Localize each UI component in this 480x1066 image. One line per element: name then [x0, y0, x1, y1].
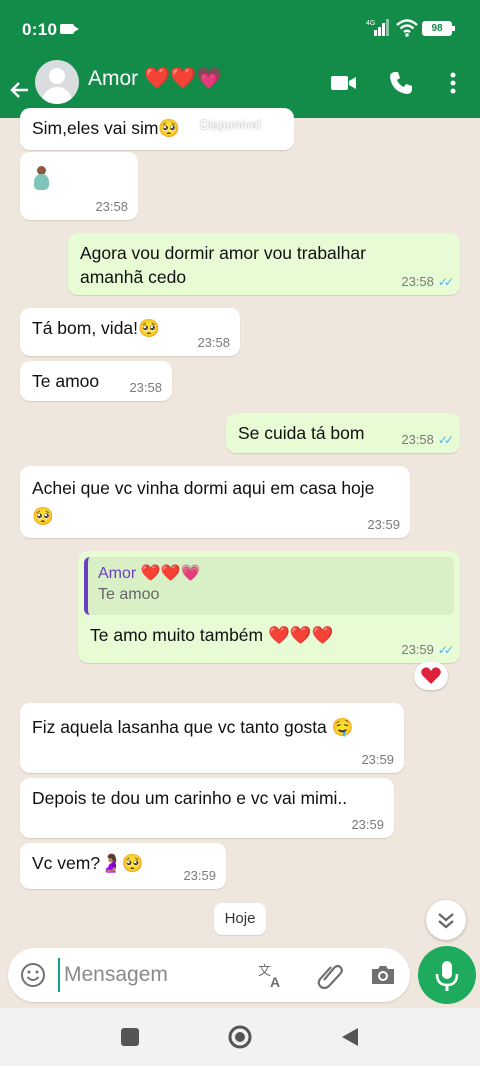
pregnant-person-emoji — [32, 166, 50, 190]
back-arrow-icon[interactable] — [8, 72, 34, 106]
cell-signal-icon: 4G — [366, 19, 389, 36]
message-outgoing[interactable]: Se cuida tá bom 23:58 ✓✓ — [226, 413, 460, 453]
message-time: 23:59 — [361, 752, 394, 767]
translate-icon[interactable]: 文 A — [256, 960, 286, 990]
avatar[interactable] — [35, 60, 79, 104]
message-time: 23:58 — [401, 274, 434, 289]
message-outgoing-reply[interactable]: Amor ❤️❤️💗 Te amoo Te amo muito também ❤… — [78, 551, 460, 663]
message-meta: 23:58 ✓✓ — [401, 432, 454, 447]
read-ticks-icon: ✓✓ — [437, 643, 454, 657]
message-text: Agora vou dormir amor vou trabalhar aman… — [80, 243, 366, 287]
camera-icon[interactable] — [368, 960, 398, 990]
message-text: Depois te dou um carinho e vc vai mimi.. — [32, 788, 348, 808]
message-text: Fiz aquela lasanha que vc tanto gosta 🤤 — [32, 717, 354, 737]
message-text: Achei que vc vinha dormi aqui em casa ho… — [32, 478, 375, 526]
message-time: 23:59 — [183, 868, 216, 883]
message-incoming[interactable]: Vc vem?🤰🏽🥺 23:59 — [20, 843, 226, 889]
svg-text:A: A — [270, 974, 280, 990]
message-meta: 23:58 ✓✓ — [401, 274, 454, 289]
read-ticks-icon: ✓✓ — [437, 433, 454, 447]
attach-icon[interactable] — [314, 960, 344, 990]
heart-icon — [421, 667, 441, 684]
message-incoming[interactable]: Achei que vc vinha dormi aqui em casa ho… — [20, 466, 410, 538]
message-incoming[interactable]: Te amoo 23:58 — [20, 361, 172, 401]
message-incoming[interactable]: 23:58 — [20, 152, 138, 220]
message-text: Se cuida tá bom — [238, 423, 365, 443]
network-label: 4G — [366, 20, 375, 27]
message-time: 23:58 — [401, 432, 434, 447]
quoted-message[interactable]: Amor ❤️❤️💗 Te amoo — [84, 557, 454, 615]
message-incoming[interactable]: Tá bom, vida!🥺 23:58 — [20, 308, 240, 356]
nav-circle-icon[interactable] — [228, 1025, 252, 1049]
message-text: Vc vem?🤰🏽🥺 — [32, 853, 144, 873]
phone-icon[interactable] — [386, 68, 416, 98]
presence-status: Disponível — [200, 117, 261, 132]
battery-icon: 98 — [422, 21, 455, 36]
system-nav-bar — [0, 1008, 480, 1066]
emoji-icon[interactable] — [18, 960, 48, 990]
message-time: 23:59 — [401, 642, 434, 657]
message-text: Tá bom, vida!🥺 — [32, 318, 160, 338]
nav-back-icon[interactable] — [338, 1025, 362, 1049]
mic-button[interactable] — [418, 946, 476, 1004]
scroll-down-icon — [438, 913, 454, 929]
more-vert-icon[interactable] — [438, 68, 468, 98]
message-time: 23:59 — [367, 517, 400, 532]
video-recording-icon — [60, 24, 79, 34]
message-time: 23:58 — [197, 335, 230, 350]
message-outgoing[interactable]: Agora vou dormir amor vou trabalhar aman… — [68, 233, 460, 295]
status-bar: 0:10 4G 98 — [0, 0, 480, 60]
wifi-icon — [396, 19, 418, 37]
message-text: Te amoo — [32, 371, 100, 391]
date-chip: Hoje — [214, 903, 266, 935]
composer: 文 A — [8, 948, 410, 1002]
quoted-text: Te amoo — [98, 586, 160, 603]
nav-square-icon[interactable] — [118, 1025, 142, 1049]
status-time: 0:10 — [22, 20, 58, 39]
message-time: 23:59 — [351, 817, 384, 832]
mic-icon — [435, 961, 459, 991]
message-time: 23:58 — [95, 199, 128, 214]
message-text: Te amo muito também ❤️❤️❤️ — [90, 625, 334, 645]
video-call-icon[interactable] — [328, 68, 358, 98]
quoted-author: Amor ❤️❤️💗 — [98, 565, 201, 582]
contact-name[interactable]: Amor ❤️❤️💗 — [88, 67, 222, 91]
message-incoming[interactable]: Fiz aquela lasanha que vc tanto gosta 🤤 … — [20, 703, 404, 773]
message-input[interactable] — [58, 958, 248, 992]
message-incoming[interactable]: Depois te dou um carinho e vc vai mimi..… — [20, 778, 394, 838]
message-time: 23:58 — [129, 380, 162, 395]
message-reaction[interactable] — [414, 662, 448, 690]
read-ticks-icon: ✓✓ — [437, 275, 454, 289]
message-meta: 23:59 ✓✓ — [401, 642, 454, 657]
scroll-down-button[interactable] — [426, 900, 466, 940]
